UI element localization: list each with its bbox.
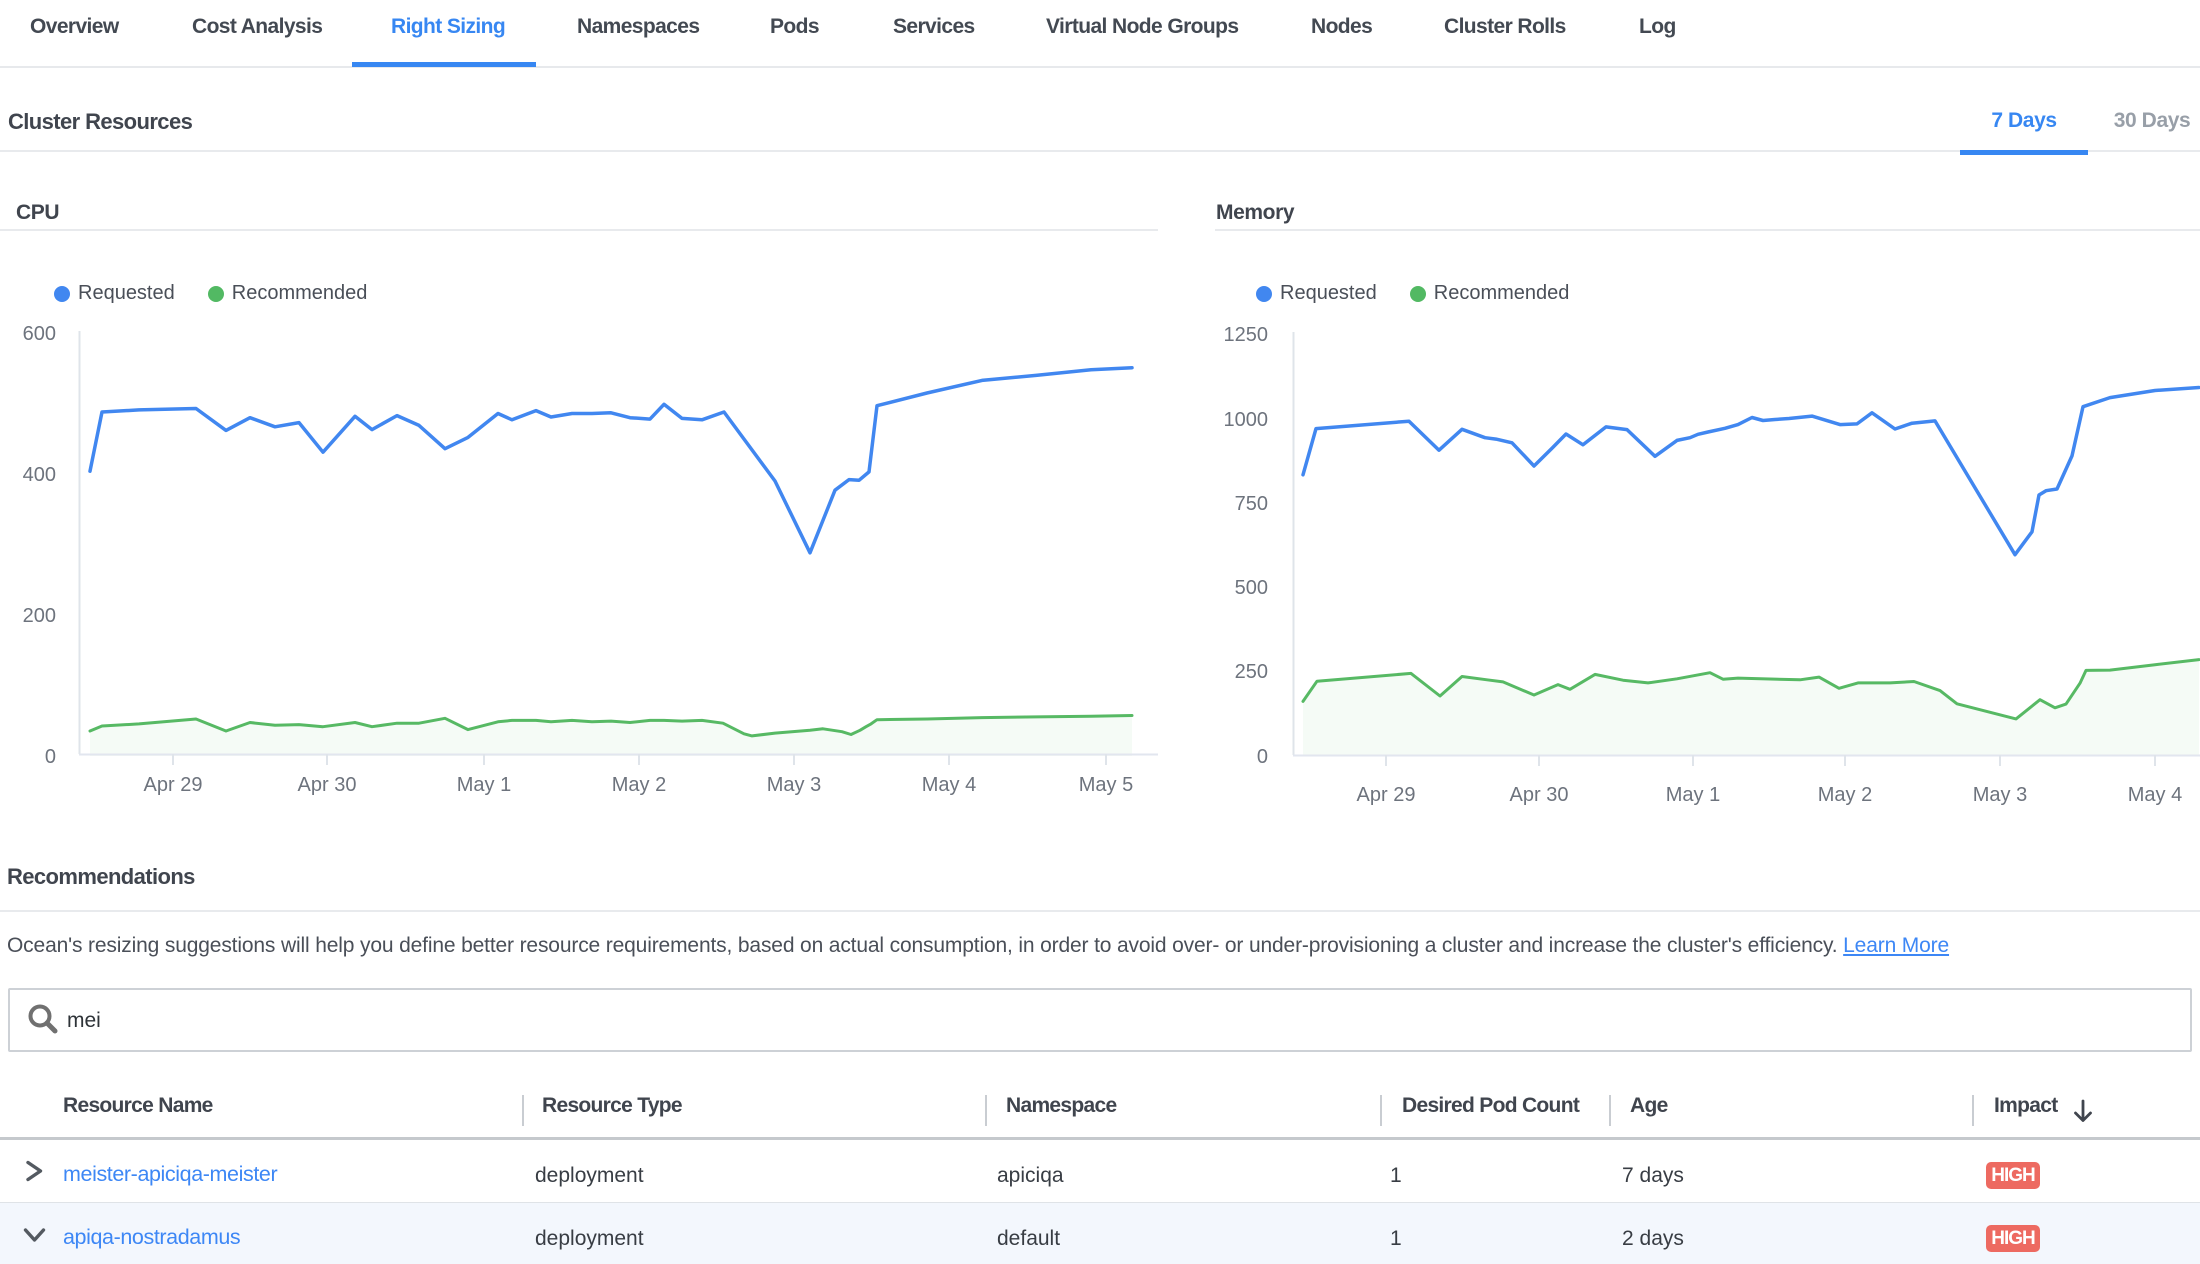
svg-text:Apr 30: Apr 30 (1510, 784, 1569, 806)
svg-text:Apr 30: Apr 30 (298, 774, 357, 796)
svg-text:200: 200 (23, 605, 56, 627)
svg-text:400: 400 (23, 464, 56, 486)
svg-text:May 5: May 5 (1079, 774, 1133, 796)
svg-text:May 4: May 4 (922, 774, 976, 796)
svg-text:1250: 1250 (1224, 324, 1269, 346)
svg-text:Apr 29: Apr 29 (144, 774, 203, 796)
svg-text:0: 0 (1257, 746, 1268, 768)
svg-text:750: 750 (1235, 493, 1268, 515)
svg-text:500: 500 (1235, 577, 1268, 599)
svg-text:May 2: May 2 (1818, 784, 1872, 806)
svg-text:Apr 29: Apr 29 (1357, 784, 1416, 806)
svg-text:250: 250 (1235, 661, 1268, 683)
svg-text:1000: 1000 (1224, 409, 1269, 431)
svg-text:May 1: May 1 (457, 774, 511, 796)
svg-text:May 4: May 4 (2128, 784, 2182, 806)
svg-text:May 3: May 3 (767, 774, 821, 796)
svg-text:600: 600 (23, 323, 56, 345)
svg-text:May 1: May 1 (1666, 784, 1720, 806)
svg-text:May 2: May 2 (612, 774, 666, 796)
svg-text:May 3: May 3 (1973, 784, 2027, 806)
svg-text:0: 0 (45, 746, 56, 768)
